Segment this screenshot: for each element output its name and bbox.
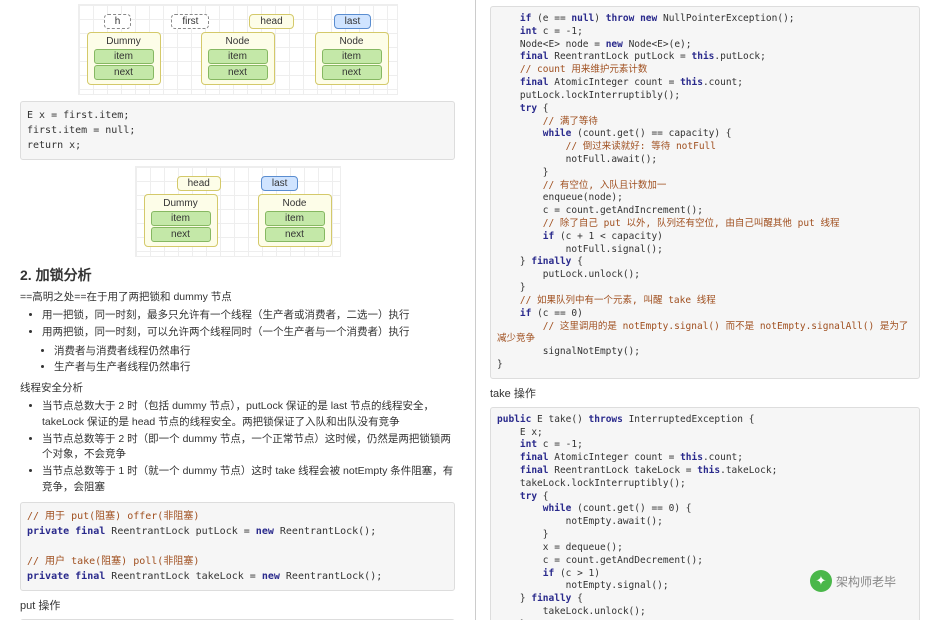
section-2-title: 2. 加锁分析 <box>20 265 455 285</box>
diagram-2: head last Dummyitemnext Nodeitemnext <box>20 166 455 257</box>
right-column: if (e == null) throw new NullPointerExce… <box>476 0 934 620</box>
node-node: Nodeitemnext <box>258 194 332 247</box>
list-item: 当节点总数大于 2 时（包括 dummy 节点），putLock 保证的是 la… <box>42 399 455 431</box>
node-dummy: Dummyitemnext <box>87 32 161 85</box>
take-label: take 操作 <box>490 385 920 401</box>
pointer-last: last <box>261 176 299 191</box>
node-dummy: Dummyitemnext <box>144 194 218 247</box>
list-item: 消费者与消费者线程仍然串行 <box>54 344 455 360</box>
bullets-lock: 用一把锁，同一时刻，最多只允许有一个线程（生产者或消费者，二选一）执行用两把锁，… <box>20 308 455 341</box>
wechat-icon: ✦ <box>810 570 832 592</box>
sub-bullets: 消费者与消费者线程仍然串行生产者与生产者线程仍然串行 <box>32 344 455 377</box>
put-label: put 操作 <box>20 597 455 613</box>
list-item: 用一把锁，同一时刻，最多只允许有一个线程（生产者或消费者，二选一）执行 <box>42 308 455 324</box>
pointer-head: head <box>249 14 293 29</box>
list-item: 当节点总数等于 2 时（即一个 dummy 节点，一个正常节点）这时候，仍然是两… <box>42 432 455 464</box>
pointer-h: h <box>104 14 132 29</box>
code-block-2: // 用于 put(阻塞) offer(非阻塞) private final R… <box>20 502 455 591</box>
code-block-1: E x = first.item; first.item = null; ret… <box>20 101 455 160</box>
pointer-head: head <box>177 176 221 191</box>
list-item: 生产者与生产者线程仍然串行 <box>54 360 455 376</box>
bullets-safety: 当节点总数大于 2 时（包括 dummy 节点），putLock 保证的是 la… <box>20 399 455 496</box>
watermark: ✦ 架构师老毕 <box>810 570 896 592</box>
code-put-body: if (e == null) throw new NullPointerExce… <box>490 6 920 379</box>
diagram-1: h first head last Dummyitemnext Nodeitemnext… <box>20 4 455 95</box>
pointer-first: first <box>171 14 209 29</box>
left-column: h first head last Dummyitemnext Nodeitemnext… <box>0 0 476 620</box>
safety-title: 线程安全分析 <box>20 380 455 395</box>
list-item: 当节点总数等于 1 时（就一个 dummy 节点）这时 take 线程会被 no… <box>42 464 455 496</box>
section-2-intro: ==高明之处==在于用了两把锁和 dummy 节点 <box>20 289 455 304</box>
node-node: Nodeitemnext <box>315 32 389 85</box>
pointer-last: last <box>334 14 372 29</box>
node-node: Nodeitemnext <box>201 32 275 85</box>
list-item: 用两把锁，同一时刻，可以允许两个线程同时（一个生产者与一个消费者）执行 <box>42 325 455 341</box>
